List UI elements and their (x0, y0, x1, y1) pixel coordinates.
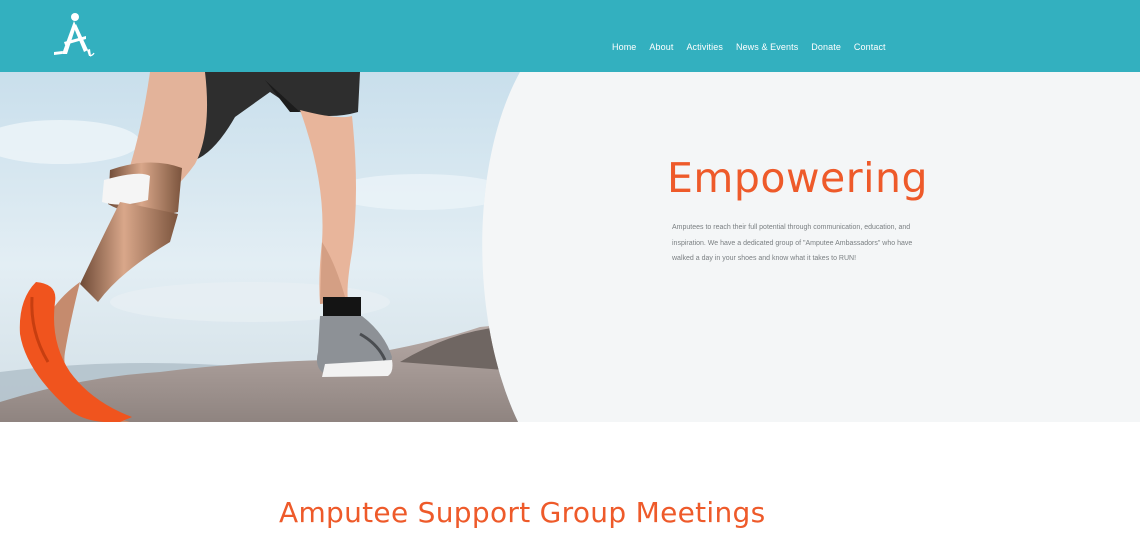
section-title: Amputee Support Group Meetings (279, 496, 766, 529)
main-nav: Home About Activities News & Events Dona… (612, 42, 899, 52)
nav-news-events-link[interactable]: News & Events (736, 42, 798, 52)
nav-home-link[interactable]: Home (612, 42, 636, 52)
hero-title: Empowering (667, 154, 928, 202)
hero-section: Empowering Amputees to reach their full … (0, 72, 1140, 422)
site-header: Home About Activities News & Events Dona… (0, 0, 1140, 72)
nav-donate-link[interactable]: Donate (811, 42, 841, 52)
amputee-runner-a-logo-icon[interactable] (46, 8, 102, 64)
nav-contact-link[interactable]: Contact (854, 42, 886, 52)
runner-with-prosthetic-leg-image (0, 72, 520, 422)
nav-about-link[interactable]: About (649, 42, 673, 52)
nav-activities-link[interactable]: Activities (686, 42, 723, 52)
hero-description: Amputees to reach their full potential t… (672, 224, 913, 262)
